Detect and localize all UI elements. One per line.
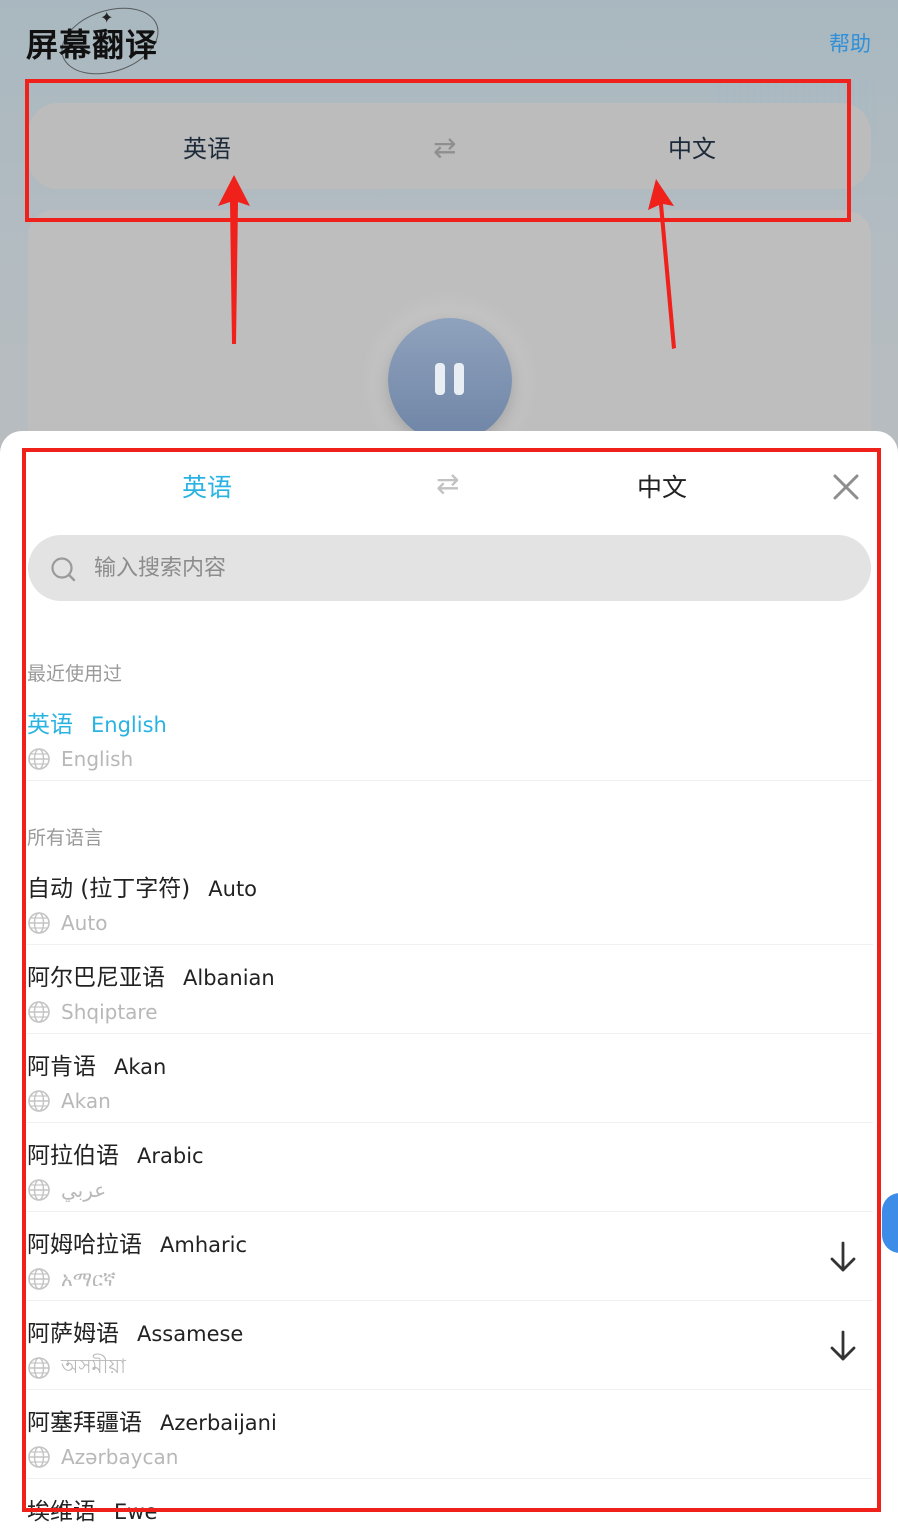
language-name-english: Azerbaijani — [160, 1411, 277, 1435]
language-name-english: Akan — [114, 1055, 167, 1079]
swap-arrows-icon[interactable]: ⇄ — [436, 467, 459, 500]
globe-icon — [28, 1446, 50, 1468]
recent-section-title: 最近使用过 — [27, 663, 123, 685]
globe-icon — [28, 1268, 50, 1290]
language-list-item[interactable]: 阿塞拜疆语 Azerbaijani Azərbaycan — [27, 1390, 873, 1479]
language-name-chinese: 阿肯语 — [27, 1054, 96, 1080]
language-list-item[interactable]: 阿拉伯语 Arabic عربي — [27, 1123, 873, 1212]
globe-icon — [28, 1001, 50, 1023]
source-language-button[interactable]: 英语 — [183, 129, 231, 164]
app-title: 屏幕翻译 — [26, 26, 159, 64]
download-icon[interactable] — [827, 1240, 859, 1274]
language-native-name: Azərbaycan — [61, 1445, 179, 1469]
language-native-name: عربي — [61, 1178, 107, 1202]
sheet-source-language-tab[interactable]: 英语 — [182, 468, 232, 504]
language-list-item[interactable]: 阿姆哈拉语 Amharic አማርኛ — [27, 1212, 873, 1301]
sheet-target-language-tab[interactable]: 中文 — [637, 468, 687, 504]
language-name-chinese: 阿拉伯语 — [27, 1143, 119, 1169]
language-native-name: Shqiptare — [61, 1000, 158, 1024]
language-name-english: Albanian — [183, 966, 275, 990]
globe-icon — [28, 1179, 50, 1201]
language-list-item[interactable]: 阿萨姆语 Assamese অসমীয়া — [27, 1301, 873, 1390]
language-name-chinese: 英语 — [27, 712, 73, 738]
language-name-english: English — [91, 713, 167, 737]
language-picker-sheet: 英语 ⇄ 中文 最近使用过 英语 English English 所有语言 自动 (… — [0, 431, 898, 1533]
language-bar: 英语 ⇄ 中文 — [28, 103, 871, 189]
swap-arrows-icon[interactable]: ⇄ — [433, 131, 456, 164]
language-native-name: অসমীয়া — [61, 1353, 126, 1378]
background-screen: ✦ 屏幕翻译 帮助 英语 ⇄ 中文 — [0, 0, 898, 470]
language-native-name: English — [61, 747, 134, 771]
language-native-name: አማርኛ — [61, 1267, 116, 1291]
all-languages-section-title: 所有语言 — [27, 827, 104, 849]
language-list-item[interactable]: 英语 English English — [27, 692, 873, 781]
language-name-chinese: 阿塞拜疆语 — [27, 1410, 142, 1436]
download-icon[interactable] — [827, 1329, 859, 1363]
language-name-english: Auto — [208, 877, 258, 901]
language-list-item[interactable]: 埃维语 Ewe — [27, 1479, 873, 1533]
language-name-chinese: 自动 (拉丁字符) — [27, 876, 191, 902]
search-input[interactable] — [94, 535, 834, 601]
language-name-english: Assamese — [137, 1322, 244, 1346]
sheet-header: 英语 ⇄ 中文 — [0, 431, 898, 531]
language-name-chinese: 阿姆哈拉语 — [27, 1232, 142, 1258]
language-list-item[interactable]: 自动 (拉丁字符) Auto Auto — [27, 856, 873, 945]
language-list-item[interactable]: 阿尔巴尼亚语 Albanian Shqiptare — [27, 945, 873, 1034]
pause-button[interactable] — [388, 318, 512, 442]
search-icon — [51, 557, 76, 582]
language-name-chinese: 阿萨姆语 — [27, 1321, 119, 1347]
globe-icon — [28, 748, 50, 770]
language-native-name: Akan — [61, 1089, 111, 1113]
help-link[interactable]: 帮助 — [829, 28, 871, 58]
language-name-chinese: 埃维语 — [27, 1499, 96, 1525]
search-bar[interactable] — [28, 535, 871, 601]
close-icon[interactable] — [826, 467, 866, 507]
floating-side-button[interactable] — [882, 1193, 898, 1253]
language-name-english: Ewe — [114, 1500, 158, 1524]
globe-icon — [28, 1090, 50, 1112]
globe-icon — [28, 1357, 50, 1379]
target-language-button[interactable]: 中文 — [668, 129, 716, 164]
language-name-english: Amharic — [160, 1233, 248, 1257]
language-native-name: Auto — [61, 911, 108, 935]
language-name-chinese: 阿尔巴尼亚语 — [27, 965, 165, 991]
language-list-item[interactable]: 阿肯语 Akan Akan — [27, 1034, 873, 1123]
language-name-english: Arabic — [137, 1144, 204, 1168]
globe-icon — [28, 912, 50, 934]
